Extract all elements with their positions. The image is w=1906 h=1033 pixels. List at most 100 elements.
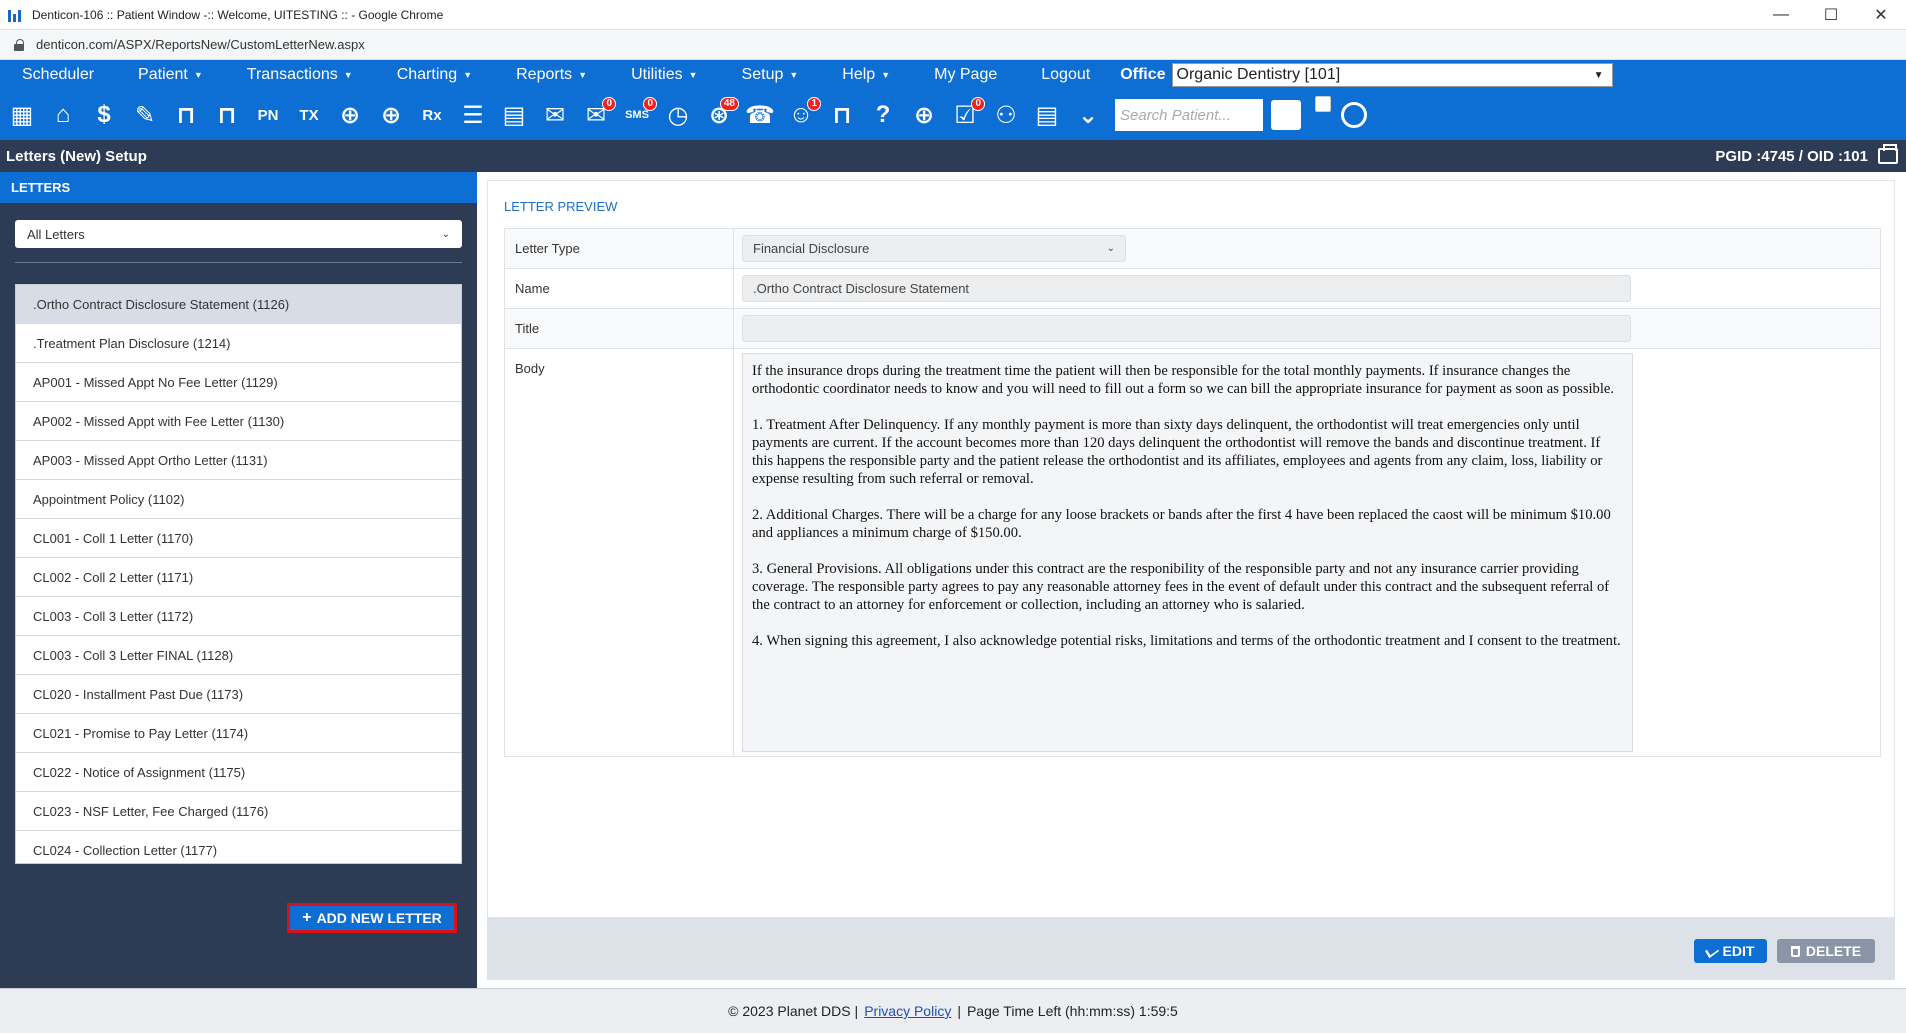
letter-list-item[interactable]: AP002 - Missed Appt with Fee Letter (113… [16,402,461,441]
alert-user-icon[interactable]: ☺ 1 [783,97,821,133]
letters-filter-select[interactable]: All Letters ⌄ [15,220,462,248]
menu-label: Transactions [246,66,338,83]
home-icon[interactable]: ⌂ [45,97,81,133]
letter-list-item[interactable]: CL024 - Collection Letter (1177) [16,831,461,863]
letter-list-item[interactable]: CL003 - Coll 3 Letter (1172) [16,597,461,636]
menu-label: My Page [934,66,998,83]
calendar-icon[interactable]: ▦ [4,97,40,133]
printer-icon[interactable]: ▤ [1029,97,1065,133]
search-user-icon[interactable] [1268,97,1304,133]
privacy-policy-link[interactable]: Privacy Policy [864,1003,951,1019]
support-icon[interactable]: ☎ [742,97,778,133]
letter-list-item[interactable]: CL003 - Coll 3 Letter FINAL (1128) [16,636,461,675]
letter-type-select[interactable]: Financial Disclosure ⌄ [742,235,1126,262]
letter-list-item[interactable]: AP001 - Missed Appt No Fee Letter (1129) [16,363,461,402]
rx-icon[interactable]: Rx [414,97,450,133]
chart-pen-icon[interactable]: ✎ [127,97,163,133]
icon-glyph: TX [299,106,319,124]
question-icon[interactable]: ? [865,97,901,133]
mail-icon[interactable]: ✉ [537,97,573,133]
icon-glyph: $ [97,101,111,128]
menu-utilities[interactable]: Utilities ▼ [609,66,719,84]
letter-list-item[interactable]: CL022 - Notice of Assignment (1175) [16,753,461,792]
notes-icon[interactable]: ☰ [455,97,491,133]
letter-list-item[interactable]: CL023 - NSF Letter, Fee Charged (1176) [16,792,461,831]
footer: © 2023 Planet DDS | Privacy Policy | Pag… [0,988,1906,1033]
menu-charting[interactable]: Charting ▼ [375,66,494,84]
perio-icon[interactable]: ⊓ [209,97,245,133]
online-icon[interactable]: ⊛ 48 [701,97,739,133]
document-icon[interactable]: ▤ [496,97,532,133]
letters-heading: LETTERS [0,172,477,203]
letter-list-item[interactable]: CL001 - Coll 1 Letter (1170) [16,519,461,558]
lock-icon[interactable] [14,38,26,51]
letter-list-item[interactable]: CL021 - Promise to Pay Letter (1174) [16,714,461,753]
icon-glyph: ✉ [544,101,566,129]
tooth-icon[interactable]: ⊓ [824,97,860,133]
body-paragraph: 4. When signing this agreement, I also a… [752,633,1621,649]
group-icon[interactable]: ⚇ [988,97,1024,133]
letter-list-item[interactable]: Appointment Policy (1102) [16,480,461,519]
icon-glyph: ☰ [462,101,484,129]
menu-my-page[interactable]: My Page [912,66,1019,84]
title-field[interactable] [742,315,1631,342]
search-placeholder: Search Patient... [1120,106,1231,124]
close-window-button[interactable]: ✕ [1856,0,1906,30]
menu-label: Setup [741,66,784,83]
url-text[interactable]: denticon.com/ASPX/ReportsNew/CustomLette… [36,37,365,52]
body-paragraph: If the insurance drops during the treatm… [752,363,1615,397]
icon-glyph: ⌂ [55,101,71,128]
letter-list-item[interactable]: CL020 - Installment Past Due (1173) [16,675,461,714]
footer-separator: | [957,1003,961,1019]
chevron-down-box-icon[interactable]: ⌄ [1070,97,1106,133]
dollar-icon[interactable]: $ [86,97,122,133]
print-icon[interactable] [1878,144,1898,164]
message-icon[interactable]: ✉ 0 [578,97,616,133]
menu-logout[interactable]: Logout [1019,66,1112,84]
menu-reports[interactable]: Reports ▼ [494,66,609,84]
add-patient-icon[interactable]: ⊕ [332,97,368,133]
letter-list-item[interactable]: AP003 - Missed Appt Ortho Letter (1131) [16,441,461,480]
name-row: Name .Ortho Contract Disclosure Statemen… [505,269,1880,309]
menu-setup[interactable]: Setup ▼ [720,66,821,84]
letter-list-item[interactable]: .Treatment Plan Disclosure (1214) [16,324,461,363]
pn-icon[interactable]: PN [250,97,286,133]
name-field[interactable]: .Ortho Contract Disclosure Statement [742,275,1631,302]
delete-button[interactable]: DELETE [1777,939,1875,963]
toolbar-checkbox[interactable] [1315,96,1331,112]
letter-list-item[interactable]: .Ortho Contract Disclosure Statement (11… [16,285,461,324]
main-menu-bar: Scheduler Patient ▼ Transactions ▼ Charting ▼ R… [0,60,1906,90]
body-field[interactable]: If the insurance drops during the treatm… [742,353,1633,752]
menu-transactions[interactable]: Transactions ▼ [225,66,375,84]
clock-icon[interactable]: ◷ [660,97,696,133]
office-value: Organic Dentistry [101] [1176,66,1341,83]
address-bar[interactable]: denticon.com/ASPX/ReportsNew/CustomLette… [0,30,1906,60]
globe-icon[interactable]: ⊕ [906,97,942,133]
add-new-letter-button[interactable]: + ADD NEW LETTER [287,903,457,933]
checklist-icon[interactable]: ☑ 0 [947,97,985,133]
minimize-button[interactable]: — [1756,0,1806,30]
edit-button[interactable]: EDIT [1694,939,1767,963]
tooth-chart-icon[interactable]: ⊓ [168,97,204,133]
menu-help[interactable]: Help ▼ [820,66,912,84]
letter-list-item[interactable]: CL002 - Coll 2 Letter (1171) [16,558,461,597]
notification-badge: 0 [971,97,985,111]
name-label: Name [505,269,734,308]
maximize-button[interactable]: ☐ [1806,0,1856,30]
icon-glyph: Rx [422,106,442,124]
sms-icon[interactable]: SMS 0 [619,97,657,133]
tx-icon[interactable]: TX [291,97,327,133]
letter-list[interactable]: .Ortho Contract Disclosure Statement (11… [15,284,462,864]
page-header: Letters (New) Setup PGID :4745 / OID :10… [0,140,1906,172]
notification-badge: 48 [719,97,739,111]
icon-glyph: ? [875,101,891,128]
browser-titlebar: Denticon-106 :: Patient Window -:: Welco… [0,0,1906,30]
body-paragraph: 1. Treatment After Delinquency. If any m… [752,417,1603,487]
search-patient-input[interactable]: Search Patient... [1115,99,1263,131]
family-add-icon[interactable]: ⊕ [373,97,409,133]
menu-patient[interactable]: Patient ▼ [116,66,225,84]
office-select[interactable]: Organic Dentistry [101] ▼ [1171,63,1613,87]
search-group-icon[interactable] [1336,97,1372,133]
denticon-favicon-icon [8,8,22,22]
menu-scheduler[interactable]: Scheduler [0,66,116,84]
